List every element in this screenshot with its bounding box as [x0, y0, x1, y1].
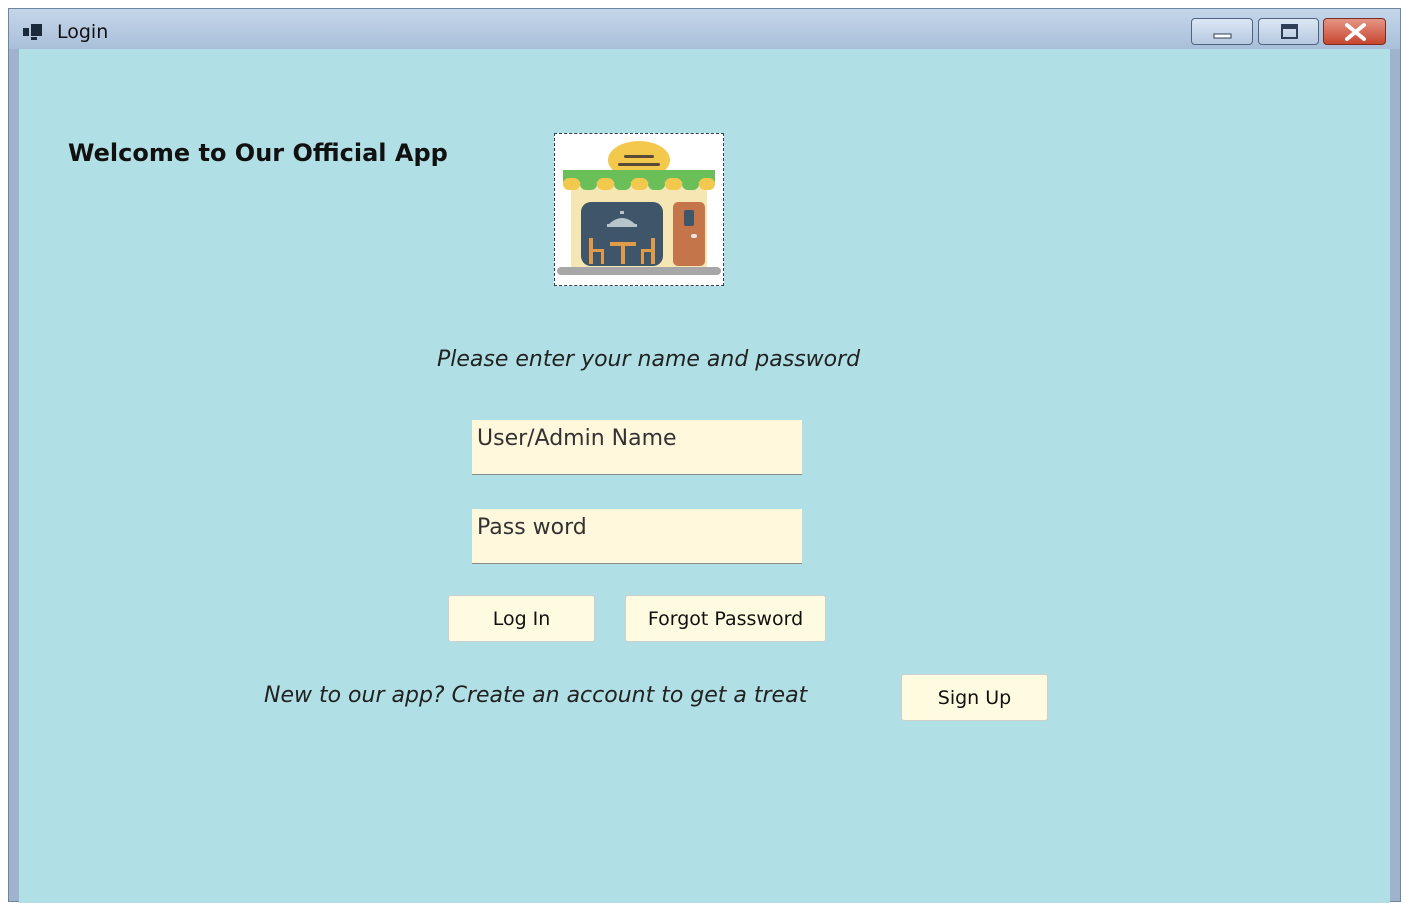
- login-button[interactable]: Log In: [448, 595, 595, 642]
- welcome-heading: Welcome to Our Official App: [68, 139, 448, 167]
- minimize-icon: [1213, 33, 1232, 39]
- forgot-password-button[interactable]: Forgot Password: [625, 595, 826, 642]
- logo-picture: [554, 133, 724, 286]
- title-bar[interactable]: Login: [9, 9, 1400, 49]
- login-button-label: Log In: [492, 607, 551, 630]
- maximize-icon: [1281, 24, 1298, 39]
- login-form-area: Welcome to Our Official App Please enter…: [19, 49, 1390, 903]
- login-instructions: Please enter your name and password: [437, 347, 861, 372]
- minimize-button[interactable]: [1191, 18, 1253, 45]
- restaurant-storefront-icon: [557, 141, 721, 275]
- signup-button[interactable]: Sign Up: [901, 674, 1048, 721]
- close-icon: [1345, 23, 1366, 41]
- window-title: Login: [57, 21, 109, 43]
- signup-button-label: Sign Up: [937, 686, 1012, 709]
- username-field[interactable]: User/Admin Name: [472, 420, 802, 475]
- username-placeholder: User/Admin Name: [477, 426, 677, 451]
- maximize-button[interactable]: [1258, 18, 1319, 45]
- close-button[interactable]: [1323, 18, 1386, 45]
- password-field[interactable]: Pass word: [472, 509, 802, 564]
- login-window: Login Welcome to Our Official App Please…: [8, 8, 1401, 903]
- signup-prompt: New to our app? Create an account to get…: [264, 683, 808, 708]
- forgot-password-label: Forgot Password: [647, 607, 804, 630]
- password-placeholder: Pass word: [477, 515, 587, 540]
- app-window-icon: [23, 24, 43, 40]
